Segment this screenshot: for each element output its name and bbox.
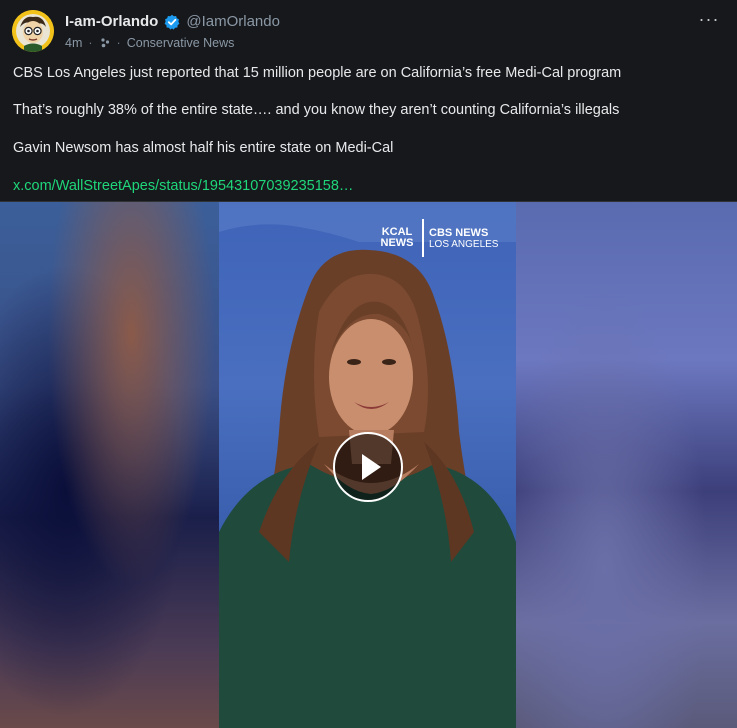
community-icon xyxy=(99,37,111,49)
play-icon xyxy=(362,454,381,480)
cbs-logo: CBS NEWS LOS ANGELES xyxy=(429,227,498,250)
author-name-row: I-am-Orlando @IamOrlando xyxy=(65,13,280,30)
author-avatar[interactable] xyxy=(12,10,54,52)
author-display-name[interactable]: I-am-Orlando xyxy=(65,13,158,30)
post-text-line-2: That’s roughly 38% of the entire state….… xyxy=(13,102,620,118)
play-button[interactable] xyxy=(333,432,403,502)
post-timestamp[interactable]: 4m xyxy=(65,36,82,50)
meta-separator: · xyxy=(88,36,93,50)
post-text-line-1: CBS Los Angeles just reported that 15 mi… xyxy=(13,65,622,81)
post-meta-row: 4m · · Conservative News xyxy=(65,36,234,50)
cbs-logo-line-1: CBS NEWS xyxy=(429,226,489,239)
post-card: I-am-Orlando @IamOrlando 4m · · Conserva xyxy=(0,0,737,728)
cbs-logo-line-2: LOS ANGELES xyxy=(429,238,499,250)
post-text-line-3: Gavin Newsom has almost half his entire … xyxy=(13,140,394,156)
video-blur-left xyxy=(0,202,219,728)
post-link[interactable]: x.com/WallStreetApes/status/195431070392… xyxy=(13,177,353,195)
logo-separator xyxy=(422,219,424,257)
video-blur-right xyxy=(516,202,737,728)
kcal-logo: KCAL NEWS xyxy=(377,227,417,249)
cartoon-avatar-icon xyxy=(12,10,54,52)
video-media[interactable]: KCAL NEWS CBS NEWS LOS ANGELES xyxy=(0,202,737,728)
meta-separator-2: · xyxy=(116,36,121,50)
verified-badge-icon xyxy=(164,14,180,30)
community-name[interactable]: Conservative News xyxy=(127,36,235,50)
station-logo: KCAL NEWS CBS NEWS LOS ANGELES xyxy=(377,219,498,257)
author-handle[interactable]: @IamOrlando xyxy=(186,13,280,30)
more-options-button[interactable]: ··· xyxy=(697,10,721,32)
kcal-logo-line-2: NEWS xyxy=(380,237,414,249)
post-header: I-am-Orlando @IamOrlando 4m · · Conserva xyxy=(12,10,725,54)
